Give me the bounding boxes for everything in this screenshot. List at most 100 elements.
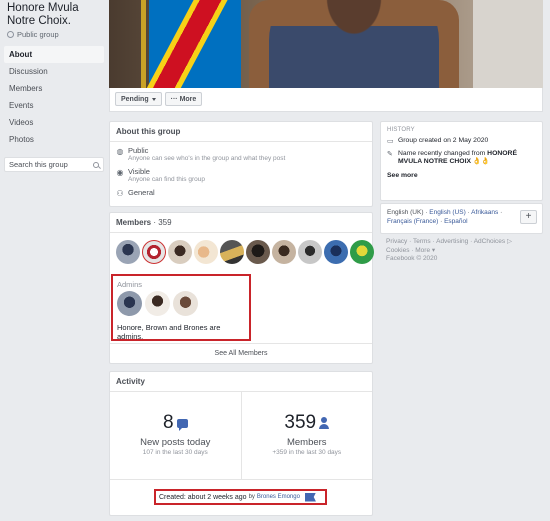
flag-image [137,0,241,88]
member-avatars [110,233,374,264]
members-title: Members [116,218,152,227]
avatar[interactable] [194,240,218,264]
eye-icon: ◉ [116,167,124,177]
footer-link-advertising[interactable]: Advertising [436,238,468,245]
admin-avatars [113,289,249,316]
person-icon [319,417,330,429]
members-stat: 359 Members +359 in the last 30 days [240,392,373,479]
see-more-link[interactable]: See more [381,167,542,179]
members-stat-sub: +359 in the last 30 days [272,449,342,456]
chat-icon: ▭ [387,138,394,145]
avatar[interactable] [272,240,296,264]
privacy-title: Public [128,146,149,155]
privacy-row: ◍ Public Anyone can see who's in the gro… [110,146,372,163]
pending-button[interactable]: Pending [115,92,162,106]
copyright: Facebook © 2020 [386,255,438,262]
visibility-title: Visible [128,167,150,176]
footer-link-terms[interactable]: Terms [413,238,431,245]
avatar[interactable] [220,240,244,264]
category-row: ⚇ General [110,188,372,198]
footer-link-more[interactable]: More [415,247,430,254]
group-type-label: Public group [17,30,59,39]
avatar[interactable] [324,240,348,264]
language-link[interactable]: Español [444,218,468,225]
ok-hand-emoji: 👌👌 [472,158,490,165]
avatar[interactable] [246,240,270,264]
see-all-members-link[interactable]: See All Members [110,343,372,363]
nav-item-videos[interactable]: Videos [0,114,108,131]
group-type: Public group [0,28,108,41]
members-stat-label: Members [286,437,327,448]
avatar[interactable] [116,240,140,264]
admin-avatar[interactable] [173,291,198,316]
nav-item-about[interactable]: About [4,46,104,63]
cover-person [269,0,439,88]
visibility-desc: Anyone can find this group [128,176,205,183]
members-card: Members · 359 Admins Honore, Brown and B… [109,212,374,364]
language-link[interactable]: Français (France) [387,218,438,225]
members-stat-count: 359 [284,412,317,433]
add-language-button[interactable]: + [520,210,537,224]
flag-icon [304,492,316,502]
action-bar: Pending ··· More [109,88,543,112]
languages-card: English (UK) · English (US) · Afrikaans … [380,203,543,234]
created-info: Created: about 2 weeks ago by Brones Emo… [154,489,327,505]
about-title: About this group [110,122,372,142]
search-icon[interactable] [93,161,99,168]
adchoices-icon: ▷ [506,238,512,245]
activity-title: Activity [110,372,372,392]
globe-icon [7,31,14,38]
lang-sep: · [498,209,503,216]
history-created-row: ▭ Group created on 2 May 2020 [381,137,542,146]
members-header: Members · 359 [110,213,372,233]
creator-link[interactable]: Brones Emongo [257,494,300,500]
cover-photo[interactable] [109,0,543,88]
admins-section: Admins Honore, Brown and Brones are admi… [111,274,251,341]
nav-item-events[interactable]: Events [0,97,108,114]
footer-link-cookies[interactable]: Cookies [386,247,409,254]
pencil-icon: ✎ [387,150,393,158]
language-link[interactable]: English (US) [429,209,465,216]
posts-stat: 8 New posts today 107 in the last 30 day… [110,392,241,479]
about-card: About this group ◍ Public Anyone can see… [109,121,373,207]
pending-label: Pending [121,95,149,103]
nav-item-members[interactable]: Members [0,80,108,97]
admin-avatar[interactable] [117,291,142,316]
privacy-desc: Anyone can see who's in the group and wh… [128,155,286,162]
history-title: HISTORY [387,127,415,133]
chevron-down-icon: ▾ [431,246,436,254]
nav-item-photos[interactable]: Photos [0,131,108,148]
history-created: Group created on 2 May 2020 [398,137,489,144]
members-count: · 359 [151,218,172,227]
created-by: by [248,494,255,500]
group-title[interactable]: Honore Mvula Notre Choix. [0,0,108,28]
footer: Privacy · Terms · Advertising · AdChoice… [386,238,512,262]
history-name-row: ✎ Name recently changed from HONORÉ MVUL… [381,150,542,167]
language-list: English (UK) · English (US) · Afrikaans … [381,204,542,226]
group-search[interactable] [4,157,104,172]
left-column: Honore Mvula Notre Choix. Public group A… [0,0,108,172]
activity-stats: 8 New posts today 107 in the last 30 day… [110,392,372,480]
avatar[interactable] [142,240,166,264]
nav-item-discussion[interactable]: Discussion [0,63,108,80]
category-label: General [128,188,155,197]
avatar[interactable] [298,240,322,264]
people-icon: ⚇ [116,188,124,198]
avatar[interactable] [168,240,192,264]
footer-link-adchoices[interactable]: AdChoices [474,238,505,245]
posts-sub: 107 in the last 30 days [142,449,208,456]
footer-link-privacy[interactable]: Privacy [386,238,407,245]
posts-label: New posts today [140,437,211,448]
current-language: English (UK) [387,209,424,216]
name-change-prefix: Name recently changed from [398,149,488,157]
globe-icon: ◍ [116,146,124,156]
admin-avatar[interactable] [145,291,170,316]
avatar[interactable] [350,240,374,264]
more-label: ··· More [170,95,197,103]
history-name-change: Name recently changed from HONORÉ MVULA … [398,150,536,167]
activity-card: Activity 8 New posts today 107 in the la… [109,371,373,516]
more-button[interactable]: ··· More [164,92,203,106]
search-input[interactable] [9,160,89,169]
visibility-row: ◉ Visible Anyone can find this group [110,167,372,184]
language-link[interactable]: Afrikaans [471,209,498,216]
